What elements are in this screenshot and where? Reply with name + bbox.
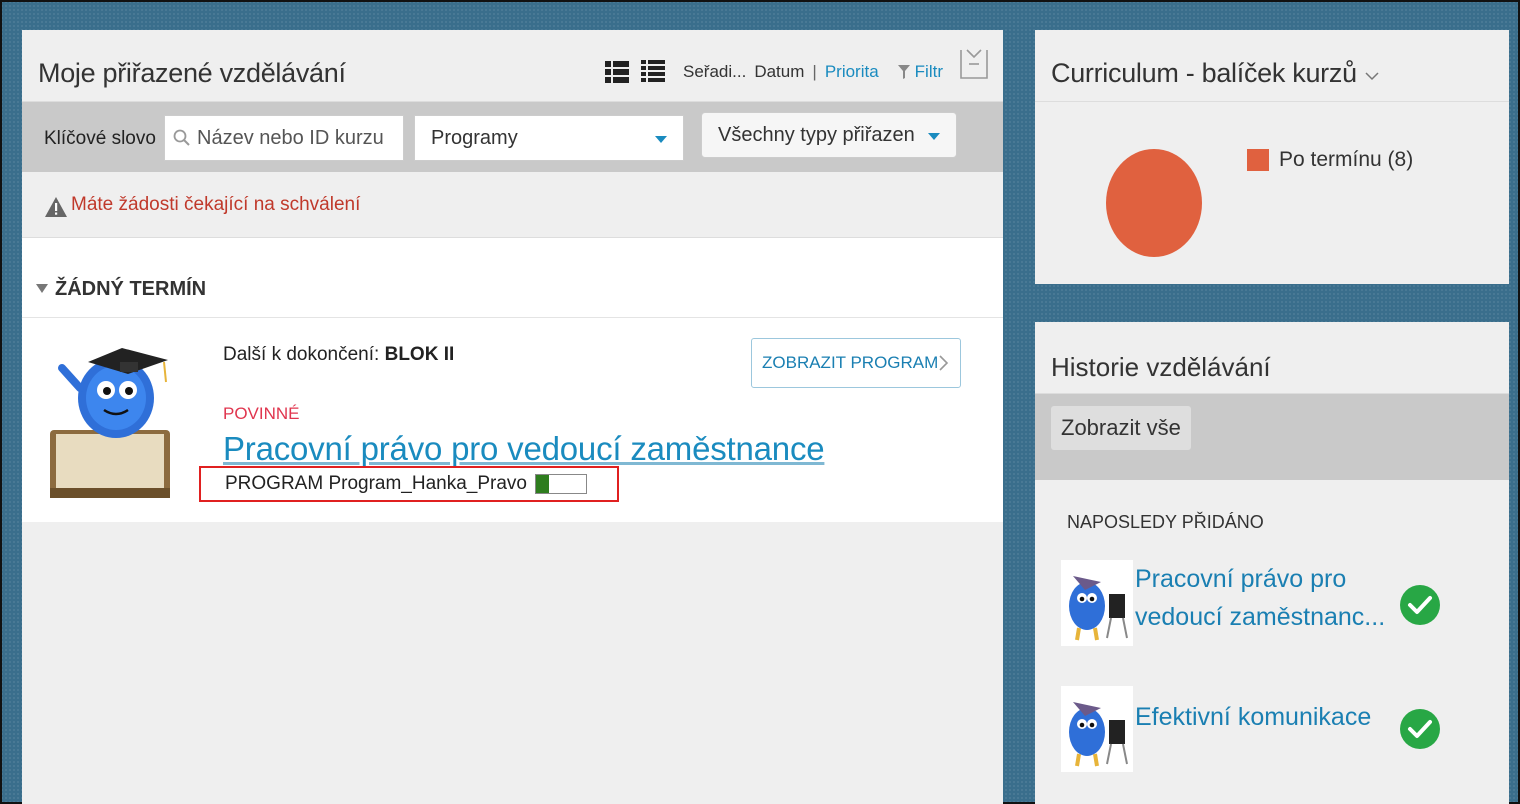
learning-history-panel: Historie vzdělávání Zobrazit vše NAPOSLE… [1035, 322, 1509, 804]
curriculum-title: Curriculum - balíček kurzů [1051, 58, 1380, 89]
show-all-button[interactable]: Zobrazit vše [1051, 406, 1191, 450]
completed-check-icon [1400, 709, 1440, 749]
filter-icon [897, 65, 910, 79]
program-progress-bar [535, 474, 587, 494]
chevron-down-icon [1365, 72, 1379, 81]
list-view-icon[interactable] [603, 56, 631, 88]
curriculum-title-text: Curriculum - balíček kurzů [1051, 58, 1357, 88]
chart-legend[interactable]: Po termínu (8) [1247, 148, 1413, 172]
status-pie-chart[interactable] [1105, 148, 1203, 258]
compact-list-view-icon[interactable] [639, 56, 667, 88]
progress-fill [536, 475, 549, 493]
sort-label: Seřadi... [683, 62, 747, 81]
group-header[interactable]: ŽÁDNÝ TERMÍN [22, 238, 1003, 318]
legend-label: Po termínu (8) [1279, 148, 1414, 171]
search-box[interactable] [164, 115, 404, 161]
history-item: Pracovní právo pro vedoucí zaměstnanc... [1061, 560, 1501, 650]
curriculum-chart: Po termínu (8) [1035, 102, 1509, 284]
show-program-button[interactable]: ZOBRAZIT PROGRAM [751, 338, 961, 388]
history-course-title-line1: Pracovní právo pro [1135, 565, 1347, 593]
history-course-title-line1: Efektivní komunikace [1135, 703, 1372, 731]
assigned-learning-panel: Moje přiřazené vzdělávání Seřadi... Datu… [22, 30, 1003, 804]
recently-added-label: NAPOSLEDY PŘIDÁNO [1067, 512, 1264, 532]
sort-by-priority[interactable]: Priorita [825, 62, 879, 82]
search-icon [173, 129, 190, 146]
program-line: PROGRAM Program_Hanka_Pravo [199, 466, 619, 502]
history-course-link[interactable]: Efektivní komunikace [1135, 698, 1387, 736]
history-title: Historie vzdělávání [1051, 352, 1271, 382]
course-thumbnail [1061, 686, 1133, 772]
assigned-item: Další k dokončení: BLOK II ZOBRAZIT PROG… [22, 318, 1003, 524]
history-course-title-line2: vedoucí zaměstnanc... [1135, 603, 1386, 631]
curriculum-header[interactable]: Curriculum - balíček kurzů [1035, 30, 1509, 102]
chevron-right-icon [939, 355, 949, 371]
chevron-down-icon [655, 136, 667, 143]
chevron-down-icon [928, 133, 940, 140]
search-input[interactable] [197, 126, 397, 150]
pending-approval-notice: Máte žádosti čekající na schválení [22, 172, 1003, 238]
assignment-types-value: Všechny typy přiřazen [718, 123, 915, 146]
pie-slice-overdue[interactable] [1106, 149, 1202, 257]
empty-area [22, 522, 1003, 804]
filter-button[interactable]: Filtr [897, 62, 943, 82]
next-to-complete: Další k dokončení: BLOK II [223, 344, 454, 366]
filter-label: Filtr [914, 62, 943, 81]
sort-by-date[interactable]: Datum [754, 62, 804, 82]
sort-separator: | [812, 62, 817, 81]
history-header: Historie vzdělávání [1035, 322, 1509, 394]
programs-select-value: Programy [431, 126, 518, 149]
assigned-learning-header: Moje přiřazené vzdělávání Seřadi... Datu… [22, 30, 1003, 102]
panel-title: Moje přiřazené vzdělávání [38, 58, 346, 88]
course-title-link[interactable]: Pracovní právo pro vedoucí zaměstnance [223, 430, 825, 468]
group-title: ŽÁDNÝ TERMÍN [55, 278, 207, 300]
course-mascot-image [50, 348, 170, 498]
required-badge: POVINNÉ [223, 404, 300, 423]
completed-check-icon [1400, 585, 1440, 625]
curriculum-panel: Curriculum - balíček kurzů Po termínu (8… [1035, 30, 1509, 284]
filter-bar: Klíčové slovo Programy Všechny typy přiř… [22, 102, 1003, 172]
show-program-label: ZOBRAZIT PROGRAM [762, 353, 939, 372]
collapse-panel-icon[interactable] [959, 48, 989, 80]
warning-icon [45, 197, 67, 217]
assignment-types-select[interactable]: Všechny typy přiřazen [701, 112, 957, 158]
history-toolbar: Zobrazit vše [1035, 394, 1509, 480]
programs-select[interactable]: Programy [414, 115, 684, 161]
toolbar: Seřadi... Datum | Priorita Filtr [603, 56, 943, 88]
legend-swatch [1247, 149, 1269, 171]
program-name: PROGRAM Program_Hanka_Pravo [225, 473, 527, 494]
history-item: Efektivní komunikace [1061, 686, 1501, 776]
keyword-label: Klíčové slovo [44, 128, 156, 149]
next-label: Další k dokončení: [223, 344, 380, 365]
course-thumbnail [1061, 560, 1133, 646]
history-course-link[interactable]: Pracovní právo pro vedoucí zaměstnanc... [1135, 560, 1387, 636]
next-value: BLOK II [384, 344, 455, 365]
expand-triangle-icon [36, 284, 48, 293]
warning-text[interactable]: Máte žádosti čekající na schválení [71, 194, 360, 216]
